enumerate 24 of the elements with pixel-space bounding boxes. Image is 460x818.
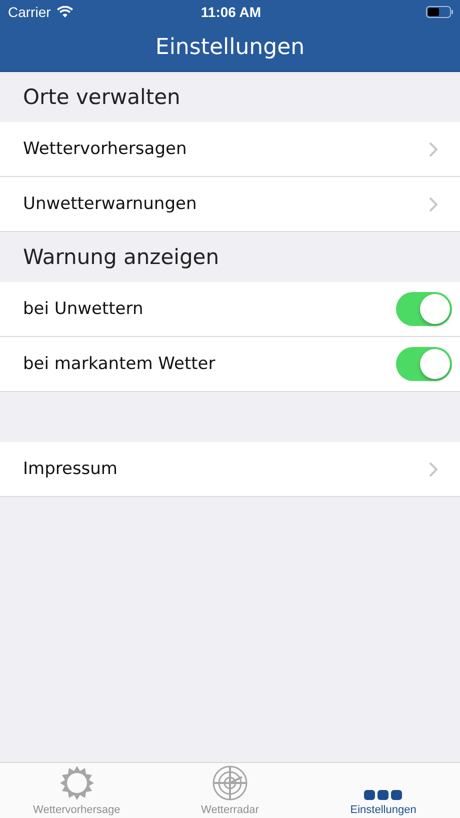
sun-icon: [58, 765, 95, 801]
carrier-text: Carrier: [8, 4, 51, 20]
row-label: Impressum: [23, 459, 118, 479]
toggle-switch[interactable]: [396, 347, 452, 381]
row-label: bei markantem Wetter: [23, 354, 216, 374]
section-header: Orte verwalten: [23, 85, 180, 109]
menu-row[interactable]: Unwetterwarnungen: [0, 177, 460, 232]
screen-title: Einstellungen: [0, 24, 460, 72]
radar-icon: [212, 765, 248, 801]
row-label: Wettervorhersagen: [23, 139, 187, 159]
chevron-icon: [429, 462, 438, 476]
chevron-icon: [429, 142, 438, 156]
row-label: bei Unwettern: [23, 299, 144, 319]
toggle-switch[interactable]: [396, 292, 452, 326]
wifi-icon: [56, 6, 73, 18]
menu-row[interactable]: Impressum: [0, 442, 460, 497]
chevron-icon: [429, 196, 438, 212]
more-icon: [364, 789, 402, 801]
battery-icon: [426, 6, 454, 18]
section-header: Warnung anzeigen: [23, 245, 220, 269]
tab-item[interactable]: Einstellungen: [306, 763, 460, 818]
menu-row[interactable]: Wettervorhersagen: [0, 122, 460, 177]
row-label: Unwetterwarnungen: [23, 194, 197, 214]
time-text: 11:06 AM: [200, 4, 262, 20]
